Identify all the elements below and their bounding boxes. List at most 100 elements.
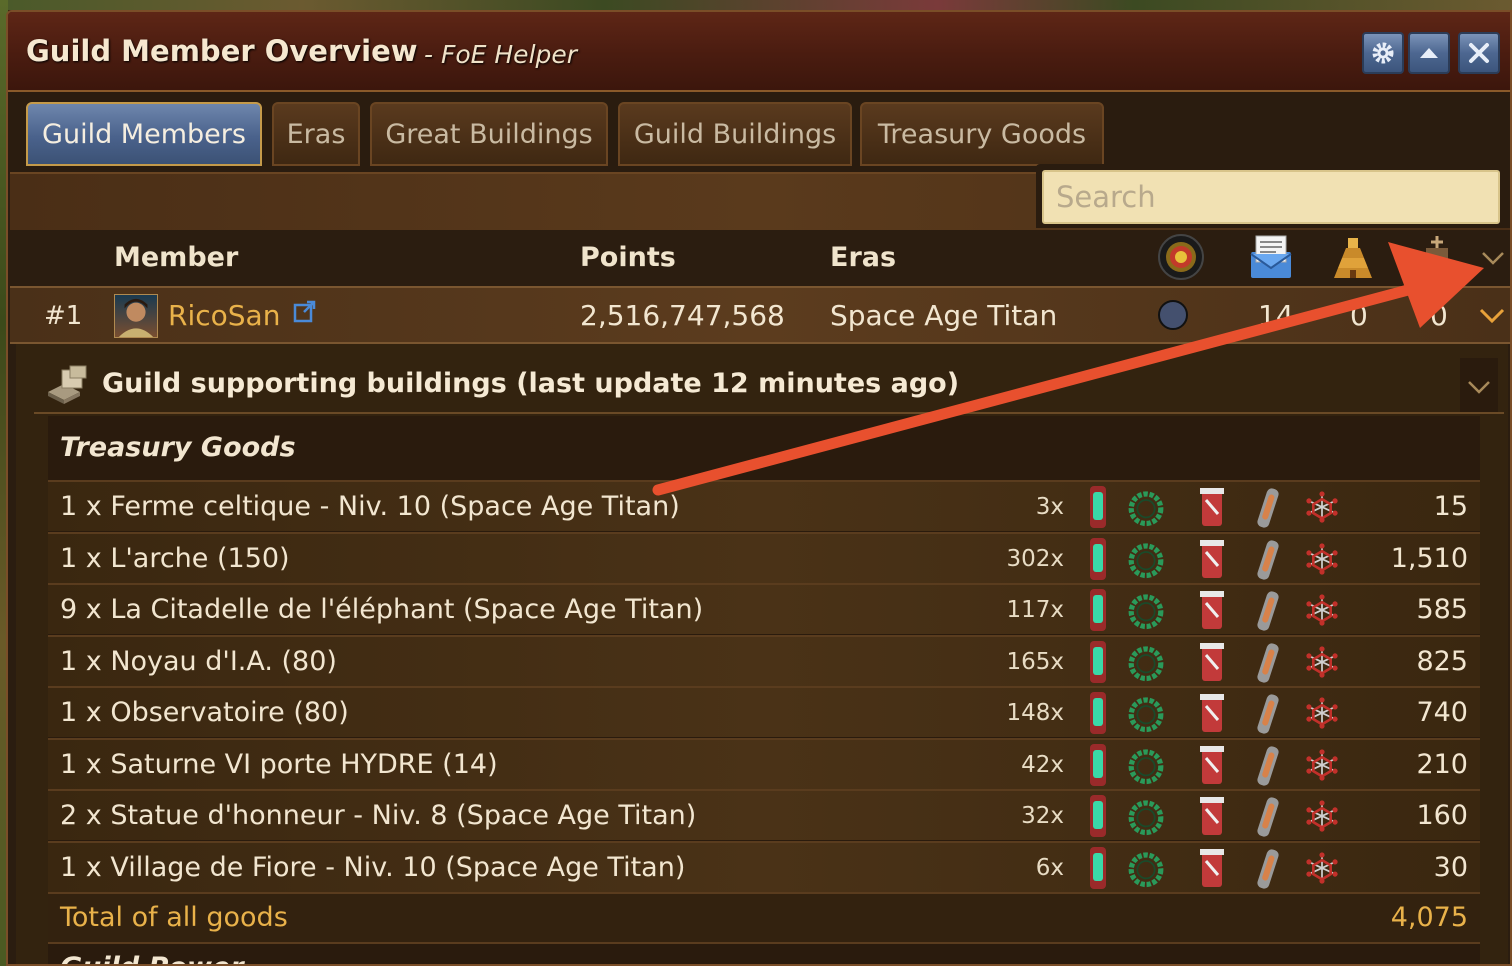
grey-tube-icon bbox=[1257, 539, 1279, 580]
molecule-icon bbox=[1306, 542, 1338, 575]
building-name: 1 x Saturne VI porte HYDRE (14) bbox=[60, 748, 498, 780]
member-stat-messages: 14 bbox=[1258, 299, 1294, 332]
ring-resource-icon bbox=[1128, 748, 1164, 784]
grey-tube-icon bbox=[1257, 694, 1279, 734]
resource-capsule-icon bbox=[1090, 692, 1106, 734]
building-count: 302x bbox=[1006, 545, 1064, 572]
total-label: Total of all goods bbox=[60, 902, 288, 933]
building-count: 32x bbox=[1021, 803, 1064, 829]
tab-label: Great Buildings bbox=[385, 118, 593, 150]
column-header-member[interactable]: Member bbox=[114, 242, 238, 273]
red-container-icon bbox=[1200, 591, 1224, 629]
red-container-icon bbox=[1200, 797, 1224, 835]
ring-resource-icon bbox=[1128, 851, 1164, 887]
goods-total: 30 bbox=[1433, 851, 1468, 883]
tab-great-buildings[interactable]: Great Buildings bbox=[370, 102, 608, 166]
tab-guild-buildings[interactable]: Guild Buildings bbox=[618, 102, 852, 166]
red-container-icon bbox=[1200, 488, 1224, 526]
resource-capsule-icon bbox=[1090, 537, 1106, 580]
goods-total: 15 bbox=[1433, 491, 1468, 522]
goods-total: 585 bbox=[1416, 594, 1468, 625]
grey-tube-icon bbox=[1257, 745, 1279, 786]
close-button[interactable] bbox=[1458, 32, 1500, 74]
building-count: 148x bbox=[1006, 700, 1064, 726]
resource-capsule-icon bbox=[1090, 795, 1106, 837]
grey-tube-icon bbox=[1257, 488, 1279, 528]
building-name: 2 x Statue d'honneur - Niv. 8 (Space Age… bbox=[60, 800, 697, 831]
close-icon bbox=[1469, 43, 1489, 63]
window-title: Guild Member Overview bbox=[26, 34, 418, 68]
tab-label: Eras bbox=[286, 118, 346, 150]
table-row: 1 x Noyau d'I.A. (80) 165x 825 bbox=[48, 634, 1480, 686]
resource-capsule-icon bbox=[1090, 640, 1106, 683]
message-icon[interactable] bbox=[1246, 232, 1296, 282]
red-container-icon bbox=[1200, 848, 1224, 887]
minimize-button[interactable] bbox=[1408, 32, 1450, 74]
tab-treasury-goods[interactable]: Treasury Goods bbox=[860, 102, 1104, 166]
section-title: Guild Power bbox=[60, 952, 244, 964]
grey-tube-icon bbox=[1257, 642, 1279, 683]
resource-capsule-icon bbox=[1090, 743, 1106, 786]
column-header-eras[interactable]: Eras bbox=[830, 242, 896, 273]
ring-resource-icon bbox=[1128, 594, 1164, 630]
building-count: 117x bbox=[1006, 597, 1064, 623]
goods-total: 210 bbox=[1416, 748, 1468, 780]
member-stat-buildings: 0 bbox=[1350, 299, 1368, 332]
resource-capsule-icon bbox=[1090, 846, 1106, 889]
target-icon[interactable] bbox=[1156, 232, 1206, 282]
member-era: Space Age Titan bbox=[830, 299, 1058, 332]
table-row: 9 x La Citadelle de l'éléphant (Space Ag… bbox=[48, 583, 1480, 634]
game-background-strip bbox=[0, 0, 1512, 10]
chevron-down-icon[interactable] bbox=[1480, 248, 1506, 268]
building-name: 1 x Ferme celtique - Niv. 10 (Space Age … bbox=[60, 491, 680, 522]
ring-resource-icon bbox=[1128, 697, 1164, 733]
tab-label: Guild Members bbox=[42, 118, 246, 150]
table-row: 1 x L'arche (150) 302x 1,510 bbox=[48, 531, 1480, 583]
guild-building-icon[interactable] bbox=[1412, 232, 1462, 282]
goods-total: 740 bbox=[1416, 697, 1468, 728]
chevron-down-icon[interactable] bbox=[1478, 306, 1506, 326]
molecule-icon bbox=[1306, 645, 1338, 678]
grey-tube-icon bbox=[1257, 591, 1279, 631]
grey-tube-icon bbox=[1257, 797, 1279, 837]
red-container-icon bbox=[1200, 745, 1224, 784]
molecule-icon bbox=[1306, 697, 1338, 729]
section-title: Treasury Goods bbox=[60, 432, 296, 463]
tab-guild-members[interactable]: Guild Members bbox=[26, 102, 262, 166]
total-row: Total of all goods 4,075 bbox=[48, 892, 1480, 942]
great-building-icon[interactable] bbox=[1328, 232, 1378, 282]
settings-button[interactable] bbox=[1362, 32, 1404, 74]
gear-icon bbox=[1372, 42, 1394, 64]
tab-eras[interactable]: Eras bbox=[272, 102, 360, 166]
ring-resource-icon bbox=[1128, 491, 1164, 527]
search-input[interactable] bbox=[1042, 170, 1500, 224]
avatar bbox=[114, 294, 158, 338]
member-stat-guild: 0 bbox=[1430, 299, 1448, 332]
table-row: 1 x Saturne VI porte HYDRE (14) 42x 210 bbox=[48, 737, 1480, 789]
goods-total: 825 bbox=[1416, 645, 1468, 677]
building-blocks-icon bbox=[48, 365, 87, 404]
external-link-icon[interactable] bbox=[292, 298, 318, 324]
tab-label: Treasury Goods bbox=[877, 118, 1087, 150]
support-panel-header[interactable]: Guild supporting buildings (last update … bbox=[34, 352, 1504, 414]
chevron-down-icon bbox=[1468, 381, 1490, 394]
red-container-icon bbox=[1200, 642, 1224, 681]
molecule-icon bbox=[1306, 748, 1338, 781]
resource-capsule-icon bbox=[1090, 589, 1106, 631]
member-rank: #1 bbox=[44, 301, 83, 331]
column-header-points[interactable]: Points bbox=[580, 242, 676, 273]
collapse-toggle[interactable] bbox=[1460, 358, 1498, 412]
goods-total: 1,510 bbox=[1390, 542, 1468, 574]
member-name-link[interactable]: RicoSan bbox=[168, 299, 280, 332]
window-titlebar[interactable]: Guild Member Overview - FoE Helper bbox=[8, 12, 1510, 92]
molecule-icon bbox=[1306, 491, 1338, 523]
ring-resource-icon bbox=[1128, 645, 1164, 681]
table-row[interactable]: #1 RicoSan 2,516,747,568 Space Age Titan… bbox=[10, 288, 1510, 344]
building-name: 1 x Observatoire (80) bbox=[60, 697, 349, 728]
member-points: 2,516,747,568 bbox=[580, 299, 785, 332]
tab-label: Guild Buildings bbox=[633, 118, 837, 150]
resource-capsule-icon bbox=[1090, 486, 1106, 528]
grey-tube-icon bbox=[1257, 848, 1279, 889]
red-container-icon bbox=[1200, 539, 1224, 578]
molecule-icon bbox=[1306, 851, 1338, 884]
